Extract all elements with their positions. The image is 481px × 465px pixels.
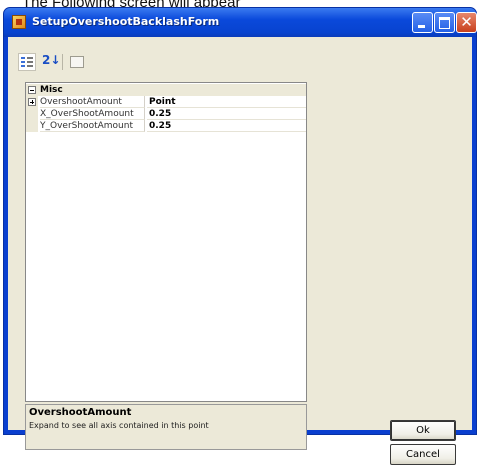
- dialog-client-area: 2↓ Misc OvershootAmount Point X_OverShoo…: [8, 37, 472, 465]
- property-value[interactable]: 0.25: [147, 108, 306, 120]
- dialog-window: SetupOvershootBacklashForm ✕ 2↓ Misc Ove…: [3, 7, 477, 465]
- collapse-icon[interactable]: [28, 86, 36, 94]
- maximize-button[interactable]: [434, 12, 455, 33]
- property-name: X_OverShootAmount: [40, 108, 145, 120]
- cancel-button[interactable]: Cancel: [390, 444, 456, 465]
- row-gutter: [26, 120, 38, 132]
- title-bar[interactable]: SetupOvershootBacklashForm ✕: [4, 8, 477, 37]
- close-button[interactable]: ✕: [456, 12, 477, 33]
- close-icon: ✕: [460, 13, 473, 31]
- expand-icon[interactable]: [28, 98, 36, 106]
- minimize-button[interactable]: [412, 12, 433, 33]
- property-row-y-overshootamount[interactable]: Y_OverShootAmount 0.25: [26, 120, 306, 132]
- category-label: Misc: [40, 85, 63, 95]
- app-icon: [12, 15, 26, 29]
- categorized-icon[interactable]: [18, 53, 36, 71]
- row-gutter: [26, 108, 38, 120]
- property-value[interactable]: Point: [147, 96, 306, 108]
- property-name: Y_OverShootAmount: [40, 120, 145, 132]
- help-description: Expand to see all axis contained in this…: [29, 421, 209, 430]
- help-panel: OvershootAmount Expand to see all axis c…: [25, 404, 307, 450]
- property-row-x-overshootamount[interactable]: X_OverShootAmount 0.25: [26, 108, 306, 120]
- property-pages-icon[interactable]: [68, 53, 86, 71]
- window-title: SetupOvershootBacklashForm: [32, 15, 220, 28]
- category-row-misc[interactable]: Misc: [26, 84, 306, 96]
- property-value[interactable]: 0.25: [147, 120, 306, 132]
- toolbar-separator: [62, 54, 63, 70]
- property-grid[interactable]: Misc OvershootAmount Point X_OverShootAm…: [25, 82, 307, 402]
- alphabetical-glyph: 2↓: [42, 53, 61, 67]
- property-name: OvershootAmount: [40, 96, 145, 108]
- alphabetical-icon[interactable]: 2↓: [40, 53, 61, 71]
- property-row-overshootamount[interactable]: OvershootAmount Point: [26, 96, 306, 108]
- property-grid-toolbar: 2↓: [18, 51, 118, 75]
- help-title: OvershootAmount: [29, 407, 132, 418]
